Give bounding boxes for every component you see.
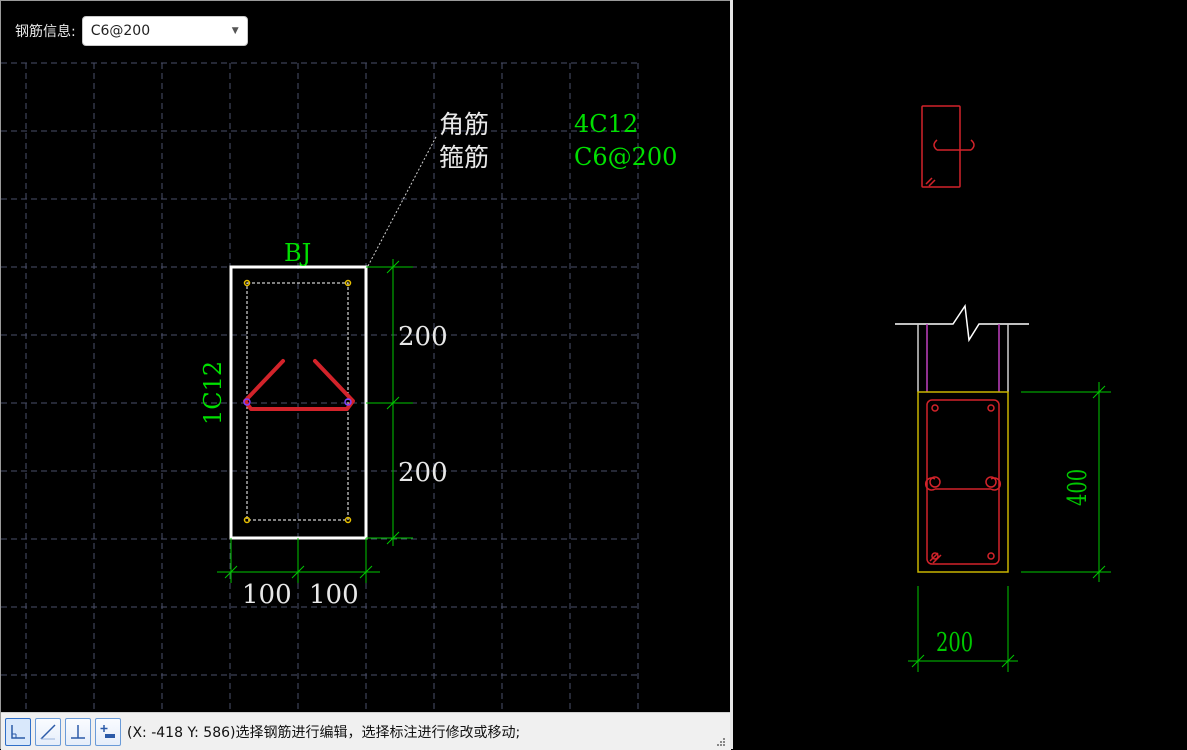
- grid: [1, 62, 639, 712]
- rebar-info-select-value: C6@200: [90, 23, 151, 39]
- orthogonal-corner-icon: [11, 724, 25, 739]
- orthogonal-corner-button[interactable]: [5, 717, 31, 746]
- dropdown-arrow-icon: ▼: [231, 26, 239, 36]
- add-dimension-button[interactable]: [95, 717, 121, 746]
- corner-bar: [243, 516, 251, 524]
- corner-bar-label[interactable]: 角筋: [439, 110, 489, 139]
- dim-width-left[interactable]: 100: [242, 580, 292, 610]
- dim-height-top[interactable]: 200: [398, 322, 448, 352]
- wall-section: [917, 324, 1009, 573]
- preview-dim-height: 400: [1063, 469, 1092, 506]
- preview-dim-width: 200: [936, 628, 973, 657]
- dim-height-bottom[interactable]: 200: [398, 458, 448, 488]
- stirrup-value[interactable]: C6@200: [574, 143, 677, 171]
- dimension-vertical[interactable]: [366, 259, 413, 546]
- perpendicular-icon: [71, 724, 85, 739]
- dim-width-right[interactable]: 100: [309, 580, 359, 610]
- dimension-horizontal[interactable]: [217, 538, 380, 583]
- rebar-info-label: 钢筋信息:: [15, 24, 76, 40]
- leader-line: [367, 134, 438, 267]
- rebar-info-select[interactable]: C6@200 ▼: [81, 16, 248, 46]
- section-editor-panel[interactable]: 200 200 100 100 BJ 1C12 角筋 箍筋 4C12 C6@20…: [0, 0, 731, 750]
- tie-rebar[interactable]: [243, 359, 355, 411]
- stirrup-label[interactable]: 箍筋: [439, 143, 489, 172]
- preview-panel: 400 200: [733, 0, 1187, 749]
- status-message: 选择钢筋进行编辑，选择标注进行修改或移动;: [235, 724, 521, 741]
- preview-rebar: [925, 399, 1001, 565]
- diagonal-line-icon: [40, 723, 56, 740]
- section-canvas[interactable]: 200 200 100 100 BJ 1C12 角筋 箍筋 4C12 C6@20…: [1, 1, 730, 712]
- corner-bar-value[interactable]: 4C12: [574, 110, 638, 138]
- status-coords: (X: -418 Y: 586): [127, 724, 236, 741]
- stirrup-thumbnail: [921, 105, 975, 188]
- diagonal-line-button[interactable]: [35, 717, 61, 746]
- status-bar: (X: -418 Y: 586)选择钢筋进行编辑，选择标注进行修改或移动;: [1, 712, 731, 750]
- perpendicular-button[interactable]: [65, 717, 91, 746]
- resize-grip-icon[interactable]: [715, 736, 725, 746]
- status-text: (X: -418 Y: 586)选择钢筋进行编辑，选择标注进行修改或移动;: [127, 722, 520, 742]
- member-name[interactable]: BJ: [284, 239, 311, 267]
- rebar-info-bar: 钢筋信息: C6@200 ▼: [15, 15, 248, 47]
- break-line: [895, 303, 1029, 343]
- preview-canvas: 400 200: [895, 105, 1111, 672]
- side-bar-label[interactable]: 1C12: [199, 361, 227, 425]
- add-dimension-icon: [100, 724, 115, 738]
